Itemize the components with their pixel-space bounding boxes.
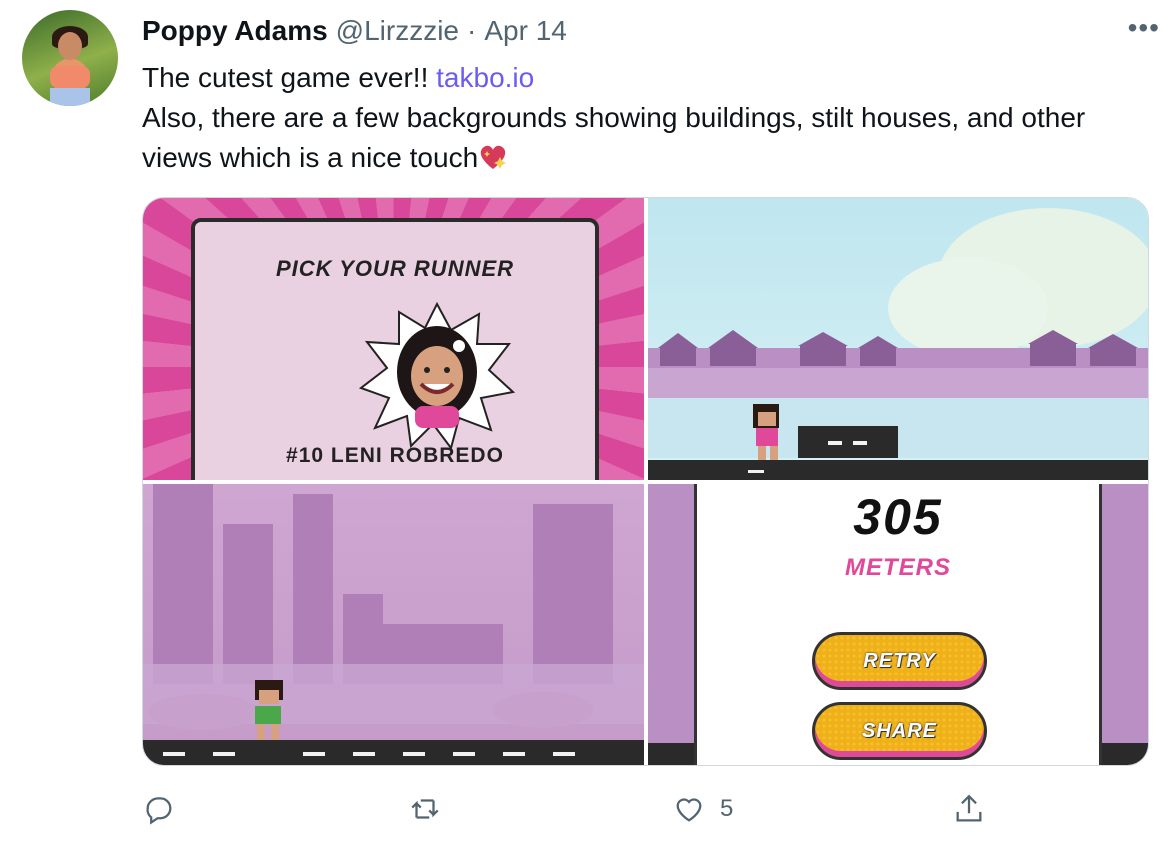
share-game-button[interactable]: SHARE [812,702,987,760]
tweet-date[interactable]: Apr 14 [484,15,567,47]
author-name[interactable]: Poppy Adams [142,15,328,47]
stilt-houses-scene [648,208,1148,480]
share-button[interactable] [952,792,986,826]
separator-dot: · [467,15,477,46]
reply-icon [146,797,172,825]
media-tile-stilt-houses[interactable] [648,198,1148,480]
like-icon [676,798,702,822]
score-value: 305 [853,489,943,545]
runner-portrait [359,301,515,450]
media-tile-city[interactable] [143,484,644,765]
share-icon [956,794,982,822]
tweet-text-part2: Also, there are a few backgrounds showin… [142,102,1086,173]
runner-card: PICK YOUR RUNNER #10 LENI ROBREDO [191,218,599,480]
retweet-button[interactable] [408,792,442,826]
retry-button[interactable]: RETRY [812,632,987,690]
pick-runner-title: PICK YOUR RUNNER [275,256,515,281]
retweet-icon [411,799,439,819]
more-options-icon[interactable]: ••• [1128,14,1160,42]
runner-name: #10 LENI ROBREDO [286,444,504,467]
tweet-actions: 5 [142,782,1002,842]
score-panel: 305 METERS RETRY SHARE [694,484,1102,765]
reply-button[interactable] [142,792,176,826]
tweet-link[interactable]: takbo.io [436,62,534,93]
city-scene [143,484,644,765]
media-tile-pick-runner[interactable]: PICK YOUR RUNNER #10 LENI ROBREDO [143,198,644,480]
tweet-text-part1: The cutest game ever!! [142,62,437,93]
avatar[interactable] [22,10,118,106]
score-unit: METERS [844,554,951,581]
sparkling-heart-icon [478,142,508,170]
runner-sprite [255,680,283,740]
media-grid: PICK YOUR RUNNER #10 LENI ROBREDO 305 ME… [142,197,1149,766]
tweet-header: Poppy Adams @Lirzzzie · Apr 14 [142,14,567,48]
tweet-text: The cutest game ever!! takbo.io Also, th… [142,58,1142,178]
like-count: 5 [720,795,734,822]
author-handle[interactable]: @Lirzzzie [336,15,459,47]
media-tile-score[interactable]: 305 METERS RETRY SHARE [648,484,1148,765]
like-button[interactable]: 5 [672,792,733,826]
